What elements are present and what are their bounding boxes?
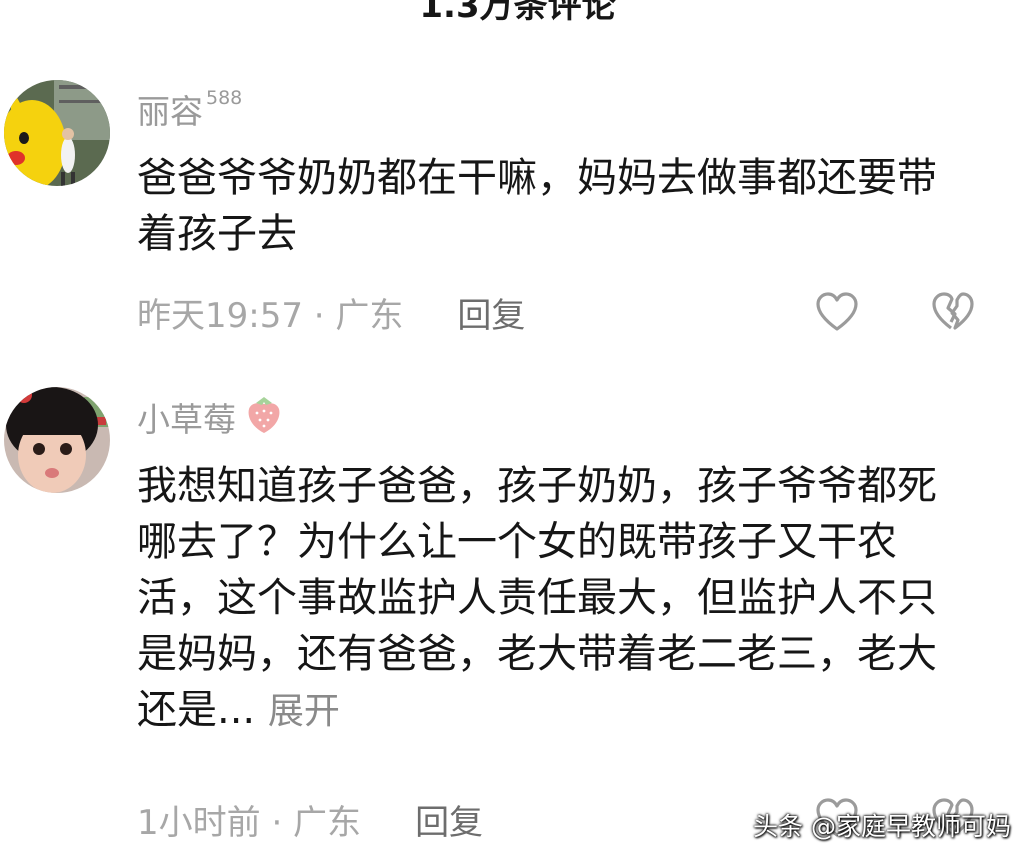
username-label: 小草莓 — [137, 400, 236, 439]
username[interactable]: 小草莓 — [137, 393, 284, 441]
comment-time-location: 1小时前 · 广东 — [137, 803, 362, 843]
strawberry-icon — [244, 393, 284, 435]
comment-meta: 1小时前 · 广东 回复 — [137, 795, 483, 844]
expand-button[interactable]: 展开 — [268, 691, 340, 732]
avatar[interactable] — [4, 387, 110, 493]
comment-text-body: 我想知道孩子爸爸，孩子奶奶，孩子爷爷都死哪去了？为什么让一个女的既带孩子又干农活… — [137, 463, 937, 733]
comment-item: 小草莓 我想知道孩子爸爸，孩子奶奶，孩子爷爷都死哪去了？为什么让一个女的既带孩子… — [0, 0, 1035, 865]
watermark: 头条 @家庭早教师可妈 — [753, 812, 1011, 841]
comment-text: 我想知道孩子爸爸，孩子奶奶，孩子爷爷都死哪去了？为什么让一个女的既带孩子又干农活… — [137, 458, 957, 740]
reply-button[interactable]: 回复 — [415, 795, 483, 844]
